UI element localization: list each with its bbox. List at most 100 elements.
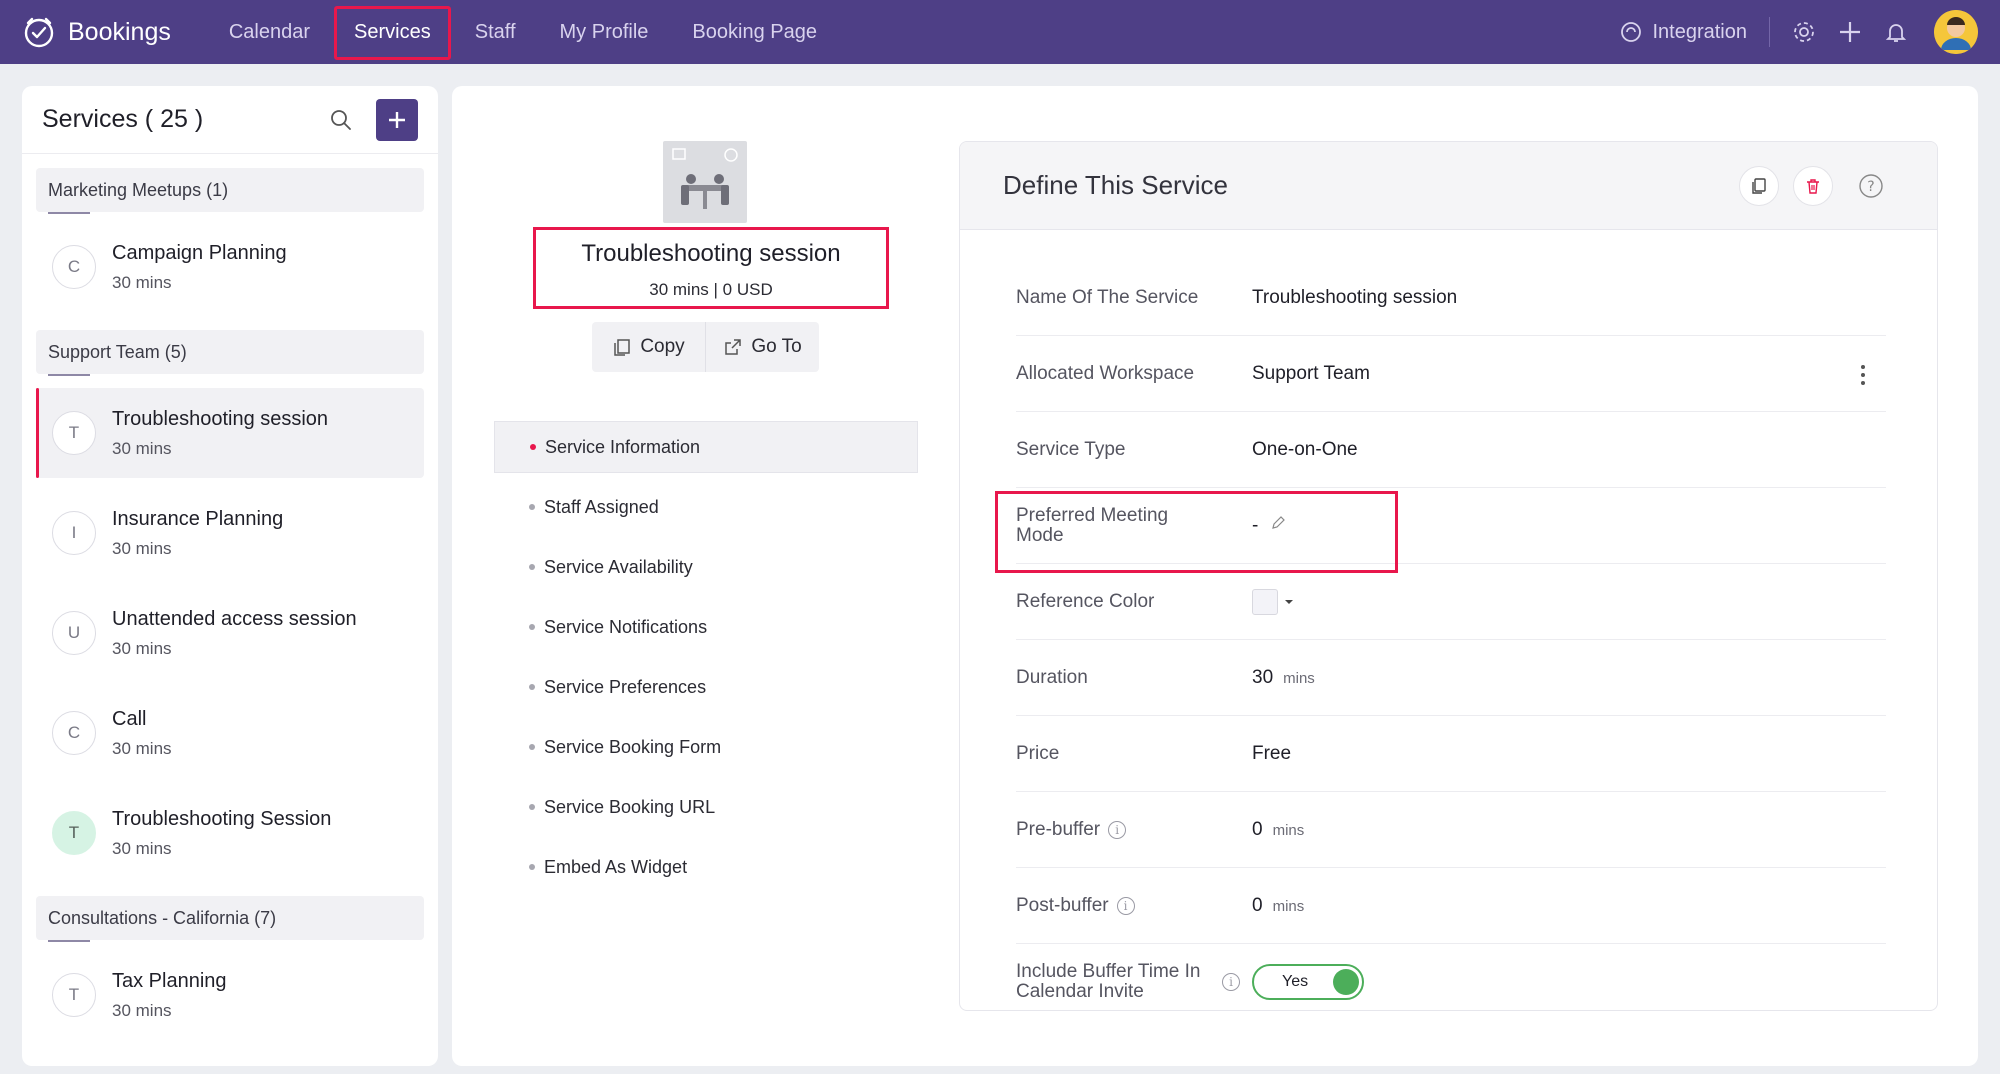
info-icon[interactable]: i: [1116, 896, 1135, 915]
toggle-label: Yes: [1282, 973, 1309, 990]
settings-icon[interactable]: [1792, 20, 1816, 44]
define-card-header: Define This Service ?: [960, 142, 1937, 230]
services-sidebar: Services ( 25 ) Marketing Meetups (1) C …: [22, 86, 438, 1066]
search-icon[interactable]: [326, 105, 356, 135]
service-name: Unattended access session: [112, 607, 357, 630]
field-label-with-info: Include Buffer Time In Calendar Invite i: [1016, 962, 1252, 1002]
copy-goto-group: Copy Go To: [592, 322, 819, 372]
services-highlight-box: [334, 6, 451, 60]
duplicate-icon[interactable]: [1739, 165, 1779, 206]
field-row-workspace: Allocated Workspace Support Team: [1016, 336, 1886, 412]
service-name: Call: [112, 707, 147, 730]
service-thumbnail[interactable]: [663, 141, 747, 223]
nav-calendar-label: Calendar: [228, 20, 311, 43]
include-buffer-toggle[interactable]: Yes: [1252, 964, 1364, 1000]
nav-services[interactable]: Services: [332, 0, 453, 64]
menu-label: Embed As Widget: [544, 856, 688, 877]
menu-staff-assigned[interactable]: Staff Assigned: [494, 481, 918, 533]
service-initial: C: [52, 711, 96, 755]
service-name: Insurance Planning: [112, 507, 284, 530]
service-list-item[interactable]: C Campaign Planning 30 mins: [36, 222, 424, 312]
brand[interactable]: Bookings: [22, 15, 171, 49]
menu-service-booking-url[interactable]: Service Booking URL: [494, 781, 918, 833]
nav-booking-page[interactable]: Booking Page: [670, 0, 839, 64]
goto-label: Go To: [751, 336, 802, 357]
field-label: Include Buffer Time In Calendar Invite: [1016, 961, 1201, 1002]
service-list-item[interactable]: T Tax Planning 30 mins: [36, 950, 424, 1040]
user-avatar[interactable]: [1934, 10, 1978, 54]
service-fields: Name Of The Service Troubleshooting sess…: [1016, 230, 1886, 1010]
service-list-item[interactable]: I Insurance Planning 30 mins: [36, 488, 424, 578]
bullet-dot: [529, 624, 535, 630]
delete-icon[interactable]: [1793, 165, 1833, 206]
duration-number: 30: [1252, 666, 1274, 688]
menu-service-notifications[interactable]: Service Notifications: [494, 601, 918, 653]
menu-label: Service Availability: [544, 556, 693, 577]
bullet-dot: [529, 684, 535, 690]
postbuffer-value[interactable]: 0 mins: [1252, 895, 1304, 917]
goto-button[interactable]: Go To: [705, 322, 819, 372]
field-label: Allocated Workspace: [1016, 362, 1195, 384]
field-row-price: Price Free: [1016, 716, 1886, 792]
service-list-item[interactable]: U Unattended access session 30 mins: [36, 588, 424, 678]
more-options-icon[interactable]: [1860, 364, 1866, 391]
service-name-value[interactable]: Troubleshooting session: [1252, 287, 1457, 309]
service-list-item-selected[interactable]: T Troubleshooting session 30 mins: [36, 388, 424, 478]
service-duration: 30 mins: [112, 1000, 172, 1020]
service-duration: 30 mins: [112, 838, 172, 858]
field-label: Reference Color: [1016, 590, 1155, 612]
color-picker[interactable]: [1252, 588, 1294, 615]
service-name: Campaign Planning: [112, 241, 287, 264]
service-subtitle: 30 mins | 0 USD: [649, 280, 773, 299]
service-initial: U: [52, 611, 96, 655]
workspace-value[interactable]: Support Team: [1252, 363, 1370, 385]
menu-embed-as-widget[interactable]: Embed As Widget: [494, 841, 918, 893]
group-header[interactable]: Support Team (5): [36, 330, 424, 376]
add-icon[interactable]: [1838, 20, 1862, 44]
main-nav: Calendar Services Staff My Profile Booki…: [207, 0, 839, 64]
menu-service-booking-form[interactable]: Service Booking Form: [494, 721, 918, 773]
toggle-knob: [1333, 969, 1359, 995]
nav-my-profile[interactable]: My Profile: [538, 0, 671, 64]
group-header[interactable]: Marketing Meetups (1): [36, 168, 424, 214]
menu-label: Service Booking Form: [544, 736, 722, 757]
menu-label: Service Booking URL: [544, 796, 716, 817]
menu-label: Service Information: [545, 436, 701, 457]
define-card-title: Define This Service: [1003, 170, 1228, 200]
service-duration: 30 mins: [112, 638, 172, 658]
bell-icon[interactable]: [1884, 20, 1908, 44]
info-icon[interactable]: i: [1222, 973, 1240, 991]
service-initial: I: [52, 511, 96, 555]
service-list-item[interactable]: T Troubleshooting Session 30 mins: [36, 788, 424, 878]
integration-link[interactable]: Integration: [1620, 17, 1770, 47]
help-icon[interactable]: ?: [1851, 166, 1891, 206]
nav-staff[interactable]: Staff: [453, 0, 538, 64]
field-row-include-buffer: Include Buffer Time In Calendar Invite i …: [1016, 944, 1886, 1010]
menu-label: Service Notifications: [544, 616, 708, 637]
duration-value[interactable]: 30 mins: [1252, 667, 1315, 689]
field-row-duration: Duration 30 mins: [1016, 640, 1886, 716]
nav-calendar[interactable]: Calendar: [207, 0, 332, 64]
service-title-card: Troubleshooting session 30 mins | 0 USD: [533, 227, 889, 309]
menu-service-information[interactable]: Service Information: [494, 421, 918, 473]
menu-service-preferences[interactable]: Service Preferences: [494, 661, 918, 713]
price-value[interactable]: Free: [1252, 743, 1291, 765]
top-navbar: Bookings Calendar Services Staff My Prof…: [0, 0, 2000, 64]
service-duration: 30 mins: [112, 438, 172, 458]
info-icon[interactable]: i: [1108, 820, 1127, 839]
menu-service-availability[interactable]: Service Availability: [494, 541, 918, 593]
service-type-value[interactable]: One-on-One: [1252, 439, 1358, 461]
meeting-mode-highlight-box: [995, 491, 1398, 573]
menu-label: Service Preferences: [544, 676, 707, 697]
svg-text:?: ?: [1867, 179, 1874, 195]
group-header[interactable]: Consultations - California (7): [36, 896, 424, 942]
prebuffer-value[interactable]: 0 mins: [1252, 819, 1304, 841]
add-service-button[interactable]: [376, 98, 418, 141]
copy-button[interactable]: Copy: [592, 322, 705, 372]
nav-my-profile-label: My Profile: [559, 20, 649, 43]
service-title: Troubleshooting session: [581, 240, 841, 267]
service-initial: C: [52, 245, 96, 289]
service-initial: T: [52, 411, 96, 455]
field-row-name: Name Of The Service Troubleshooting sess…: [1016, 260, 1886, 336]
service-list-item[interactable]: C Call 30 mins: [36, 688, 424, 778]
